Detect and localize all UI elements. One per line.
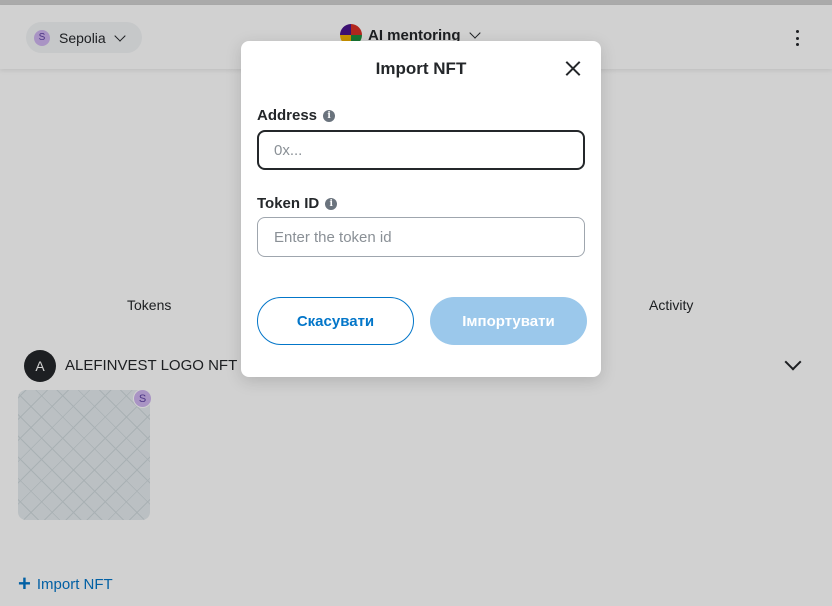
cancel-button[interactable]: Скасувати	[257, 297, 414, 345]
import-button[interactable]: Імпортувати	[430, 297, 587, 345]
import-nft-modal: Import NFT Address i Token ID i Скасуват…	[241, 41, 601, 377]
modal-title: Import NFT	[375, 59, 467, 78]
info-icon[interactable]: i	[323, 109, 336, 122]
close-icon[interactable]	[563, 59, 583, 79]
address-label: Address i	[257, 107, 336, 124]
info-icon[interactable]: i	[325, 197, 338, 210]
address-label-text: Address	[257, 107, 318, 124]
token-id-label: Token ID i	[257, 195, 338, 212]
address-input[interactable]	[257, 130, 585, 170]
token-id-label-text: Token ID	[257, 195, 320, 212]
token-id-input[interactable]	[257, 217, 585, 257]
